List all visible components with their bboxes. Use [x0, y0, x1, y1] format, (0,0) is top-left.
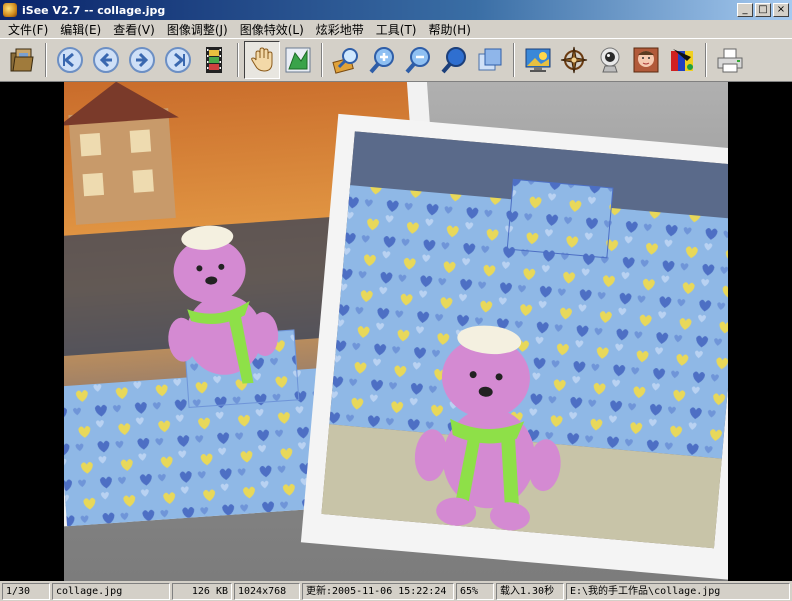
zoom-actual-icon: [441, 47, 466, 74]
hand-pan-icon: [251, 47, 273, 72]
fit-window-icon: [285, 47, 311, 73]
collage-image: [64, 82, 728, 580]
close-button[interactable]: ×: [773, 3, 789, 17]
fullscreen-icon: [478, 48, 502, 71]
first-image-button[interactable]: [52, 41, 88, 79]
last-image-icon: [165, 47, 191, 73]
face-photo-button[interactable]: [628, 41, 664, 79]
menu-bar: 文件(F) 编辑(E) 查看(V) 图像调整(J) 图像特效(L) 炫彩地带 工…: [0, 20, 792, 38]
fullscreen-button[interactable]: [472, 41, 508, 79]
hand-pan-button[interactable]: [244, 41, 280, 79]
toolbar: [0, 38, 792, 82]
open-folder-icon: [10, 48, 34, 72]
toolbar-separator: [45, 43, 47, 77]
magnifier-edit-icon: [332, 48, 358, 74]
first-image-icon: [57, 47, 83, 73]
title-bar[interactable]: iSee V2.7 -- collage.jpg _ □ ×: [0, 0, 792, 20]
zoom-out-button[interactable]: [400, 41, 436, 79]
menu-file[interactable]: 文件(F): [4, 21, 56, 38]
open-folder-button[interactable]: [4, 41, 40, 79]
color-effects-button[interactable]: [664, 41, 700, 79]
zoom-in-button[interactable]: [364, 41, 400, 79]
previous-image-icon: [93, 47, 119, 73]
toolbar-separator: [237, 43, 239, 77]
right-polaroid: [300, 113, 728, 580]
fit-window-button[interactable]: [280, 41, 316, 79]
status-filesize: 126 KB: [172, 582, 232, 600]
wallpaper-icon: [525, 48, 551, 72]
image-viewport[interactable]: [0, 82, 792, 581]
status-zoom: 65%: [456, 582, 494, 600]
status-path: E:\我的手工作品\collage.jpg: [566, 582, 790, 600]
status-load-time: 载入1.30秒: [496, 582, 564, 600]
menu-view[interactable]: 查看(V): [109, 21, 163, 38]
compass-rose-button[interactable]: [556, 41, 592, 79]
compass-rose-icon: [560, 46, 588, 74]
app-logo-icon[interactable]: [3, 3, 17, 17]
maximize-button[interactable]: □: [755, 3, 771, 17]
image-canvas[interactable]: [64, 82, 728, 581]
menu-color-zone[interactable]: 炫彩地带: [312, 21, 372, 38]
menu-edit[interactable]: 编辑(E): [56, 21, 109, 38]
wallpaper-button[interactable]: [520, 41, 556, 79]
zoom-actual-button[interactable]: [436, 41, 472, 79]
status-modified: 更新:2005-11-06 15:22:24: [302, 582, 454, 600]
app-window: iSee V2.7 -- collage.jpg _ □ × 文件(F) 编辑(…: [0, 0, 792, 601]
status-bar: 1/30 collage.jpg 126 KB 1024x768 更新:2005…: [0, 581, 792, 601]
filmstrip-icon: [206, 47, 222, 73]
minimize-button[interactable]: _: [737, 3, 753, 17]
color-effects-icon: [671, 49, 693, 71]
magnifier-edit-button[interactable]: [328, 41, 364, 79]
window-title: iSee V2.7 -- collage.jpg: [22, 3, 166, 17]
zoom-out-icon: [405, 47, 430, 74]
window-controls: _ □ ×: [737, 3, 789, 17]
previous-image-button[interactable]: [88, 41, 124, 79]
webcam-icon: [600, 47, 620, 73]
toolbar-separator: [513, 43, 515, 77]
next-image-icon: [129, 47, 155, 73]
print-button[interactable]: [712, 41, 748, 79]
webcam-button[interactable]: [592, 41, 628, 79]
filmstrip-button[interactable]: [196, 41, 232, 79]
menu-tools[interactable]: 工具(T): [372, 21, 425, 38]
menu-help[interactable]: 帮助(H): [425, 21, 479, 38]
toolbar-separator: [321, 43, 323, 77]
next-image-button[interactable]: [124, 41, 160, 79]
toolbar-separator: [705, 43, 707, 77]
menu-image-adjust[interactable]: 图像调整(J): [163, 21, 236, 38]
status-image-index: 1/30: [2, 582, 50, 600]
face-photo-icon: [633, 47, 659, 73]
status-filename: collage.jpg: [52, 582, 170, 600]
menu-image-effects[interactable]: 图像特效(L): [236, 21, 312, 38]
printer-icon: [717, 48, 743, 73]
status-dimensions: 1024x768: [234, 582, 300, 600]
zoom-in-icon: [369, 47, 394, 74]
last-image-button[interactable]: [160, 41, 196, 79]
